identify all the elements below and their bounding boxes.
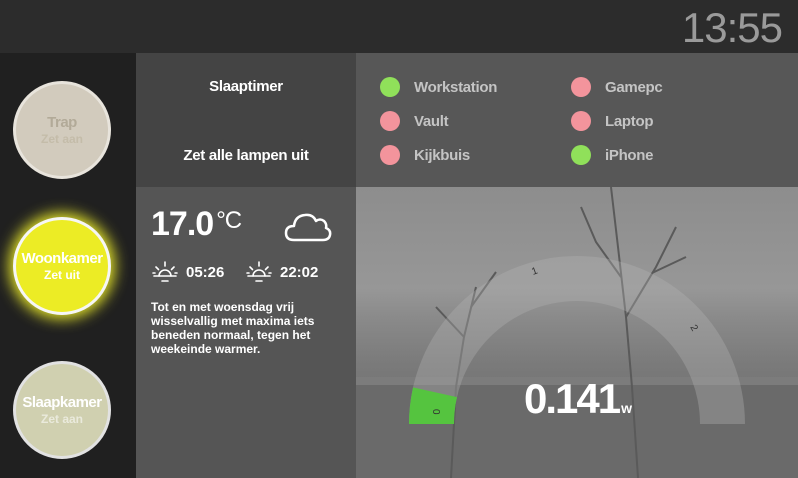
device-name: Laptop [605,112,654,130]
device-name: Workstation [414,78,498,96]
room-action: Zet aan [40,132,83,146]
cloud-icon [284,213,332,242]
weather-forecast: Tot en met woensdag vrij wisselvallig me… [151,300,315,356]
power-value: 0.141 [524,375,621,422]
power-gauge: 0 1 2 [409,256,745,424]
room-button-trap[interactable]: Trap Zet aan [13,81,111,179]
device-kijkbuis: Kijkbuis [380,145,470,165]
device-vault: Vault [380,111,449,131]
sleep-timer-button[interactable]: Slaaptimer [136,78,356,95]
clock: 13:55 [681,4,783,51]
sunrise-icon [152,261,178,282]
device-laptop: Laptop [571,111,654,131]
room-name: Woonkamer [21,250,103,267]
power-readout: 0.141 w [524,375,632,423]
room-name: Trap [47,114,77,131]
sunset: 22:02 [246,261,318,283]
status-dot [571,77,591,97]
all-lights-off-button[interactable]: Zet alle lampen uit [136,147,356,164]
temperature-value: 17.0 [151,205,214,243]
actions-panel: Slaaptimer Zet alle lampen uit [136,53,356,187]
background-photo: 0 1 2 [356,187,798,478]
room-name: Slaapkamer [22,394,102,411]
device-gamepc: Gamepc [571,77,663,97]
device-name: Vault [414,112,449,130]
temperature: 17.0 °C [151,205,242,244]
device-name: Gamepc [605,78,663,96]
device-name: Kijkbuis [414,146,470,164]
gauge-label-min: 0 [430,409,441,415]
status-dot [380,145,400,165]
device-name: iPhone [605,146,654,164]
status-dot [380,77,400,97]
sunset-time: 22:02 [280,263,319,281]
room-button-slaapkamer[interactable]: Slaapkamer Zet aan [13,361,111,459]
status-dot [571,111,591,131]
sunrise: 05:26 [152,261,224,283]
room-button-woonkamer[interactable]: Woonkamer Zet uit [13,217,111,315]
device-workstation: Workstation [380,77,497,97]
weather-panel: 17.0 °C 05:26 22:02 Tot en met woensdag … [136,187,356,478]
sunset-icon [246,261,272,282]
device-status-panel: Workstation Gamepc Vault Laptop Kijkbuis… [356,53,798,187]
room-action: Zet aan [40,412,83,426]
top-bar: 13:55 [0,0,798,53]
room-sidebar: Trap Zet aan Woonkamer Zet uit Slaapkame… [0,53,136,478]
temperature-unit: °C [216,207,242,234]
room-action: Zet uit [44,268,80,282]
device-iphone: iPhone [571,145,654,165]
status-dot [380,111,400,131]
status-dot [571,145,591,165]
power-unit: w [621,400,632,416]
sunrise-time: 05:26 [186,263,225,281]
